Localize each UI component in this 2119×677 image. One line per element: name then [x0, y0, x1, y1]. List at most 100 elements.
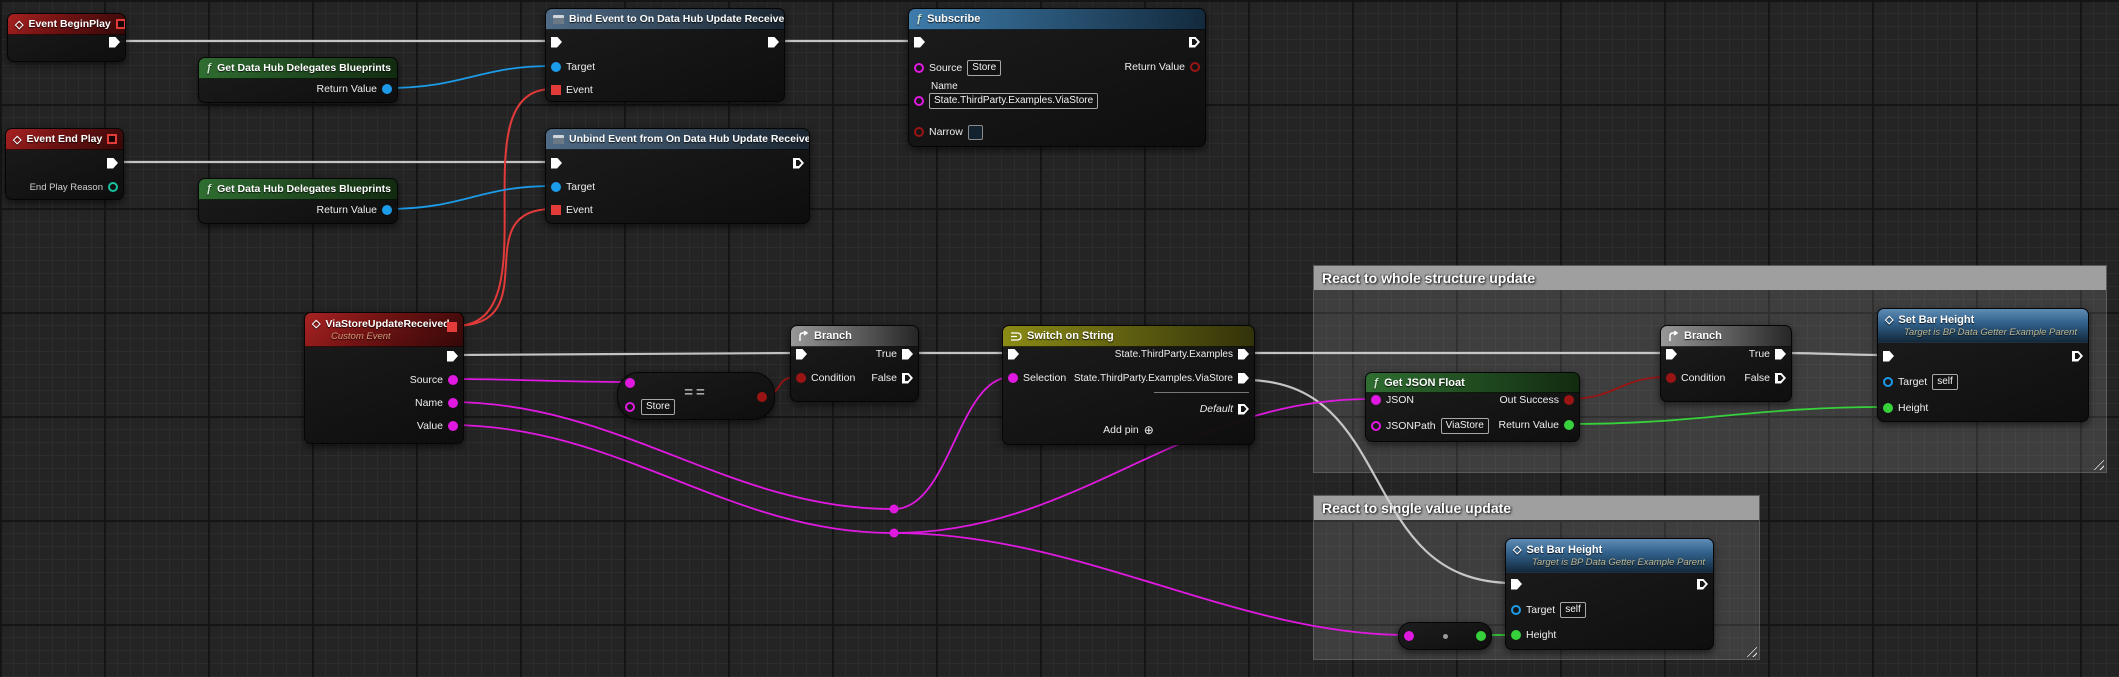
unbind-icon: [553, 135, 564, 144]
height-pin[interactable]: [1883, 403, 1893, 413]
comment-title-bar[interactable]: React to whole structure update: [1314, 266, 2106, 290]
json-path-field[interactable]: ViaStore: [1441, 418, 1489, 434]
pin-label: Out Success: [1499, 394, 1559, 406]
comment-title-bar[interactable]: React to single value update: [1314, 496, 1759, 520]
false-exec-pin[interactable]: [902, 373, 913, 384]
default-exec-pin[interactable]: [1238, 404, 1249, 415]
exec-out-pin[interactable]: [768, 37, 779, 48]
exec-in-pin[interactable]: [1511, 579, 1522, 590]
node-switch-on-string[interactable]: Switch on String Selection State.ThirdPa…: [1002, 325, 1255, 445]
pin-label: Default: [1200, 403, 1233, 415]
target-field[interactable]: self: [1932, 374, 1958, 390]
node-via-store-update-received[interactable]: ◇ ViaStoreUpdateReceived Custom Event So…: [304, 312, 464, 444]
pin-label: True: [876, 348, 897, 360]
exec-in-pin[interactable]: [1883, 351, 1894, 362]
exec-in-pin[interactable]: [914, 37, 925, 48]
node-title: Event End Play: [26, 133, 102, 145]
event-delegate-pin[interactable]: [551, 85, 561, 95]
delegate-pin[interactable]: [107, 134, 117, 144]
target-pin[interactable]: [1883, 377, 1893, 387]
node-set-bar-height-2[interactable]: ◇ Set Bar Height Target is BP Data Gette…: [1505, 538, 1714, 650]
node-equals[interactable]: Store ==: [617, 372, 775, 420]
node-unbind-event[interactable]: Unbind Event from On Data Hub Update Rec…: [545, 128, 810, 224]
source-pin[interactable]: [448, 375, 458, 385]
pin-label: JSON: [1386, 394, 1414, 406]
name-pin[interactable]: [914, 96, 924, 106]
return-value-pin[interactable]: [1190, 62, 1200, 72]
reroute-node-name[interactable]: [890, 505, 899, 514]
reroute-node-value[interactable]: [890, 529, 899, 538]
pin-divider: [1154, 392, 1249, 393]
wire-delegate-to-bind-event: [455, 89, 552, 326]
case-viastore-exec-pin[interactable]: [1238, 373, 1249, 384]
node-string-to-float-conversion[interactable]: [1398, 622, 1492, 650]
exec-out-pin[interactable]: [447, 351, 458, 362]
target-pin[interactable]: [1511, 605, 1521, 615]
comment-resize-handle[interactable]: [1744, 644, 1757, 657]
convert-input-pin[interactable]: [1404, 631, 1414, 641]
target-pin[interactable]: [551, 182, 561, 192]
node-subtitle: Target is BP Data Getter Example Parent: [1885, 326, 2077, 339]
source-field[interactable]: Store: [967, 60, 1001, 76]
exec-in-pin[interactable]: [551, 37, 562, 48]
out-success-pin[interactable]: [1564, 395, 1574, 405]
exec-in-pin[interactable]: [796, 349, 807, 360]
narrow-checkbox[interactable]: [968, 125, 983, 140]
false-exec-pin[interactable]: [1775, 373, 1786, 384]
exec-out-pin[interactable]: [109, 37, 120, 48]
true-exec-pin[interactable]: [1775, 349, 1786, 360]
delegate-pin[interactable]: [116, 19, 125, 29]
condition-pin[interactable]: [796, 373, 806, 383]
node-event-begin-play[interactable]: ◇ Event BeginPlay: [7, 13, 126, 62]
return-value-pin[interactable]: [382, 84, 392, 94]
event-delegate-pin[interactable]: [551, 205, 561, 215]
bind-icon: [553, 15, 564, 24]
exec-out-pin[interactable]: [1189, 37, 1200, 48]
json-pin[interactable]: [1371, 395, 1381, 405]
narrow-pin[interactable]: [914, 127, 924, 137]
name-field[interactable]: State.ThirdParty.Examples.ViaStore: [929, 93, 1098, 109]
exec-out-pin[interactable]: [793, 158, 804, 169]
target-pin[interactable]: [551, 62, 561, 72]
equals-result-pin[interactable]: [757, 392, 767, 402]
json-path-pin[interactable]: [1371, 421, 1381, 431]
case-examples-exec-pin[interactable]: [1238, 349, 1249, 360]
node-event-end-play[interactable]: ◇ Event End Play End Play Reason: [5, 128, 124, 200]
node-branch-2[interactable]: Branch Condition True False: [1660, 325, 1792, 402]
exec-in-pin[interactable]: [1008, 349, 1019, 360]
node-bind-event[interactable]: Bind Event to On Data Hub Update Receive…: [545, 8, 785, 102]
node-title: Get Data Hub Delegates Blueprints: [217, 62, 391, 74]
delegate-pin[interactable]: [447, 322, 457, 332]
selection-pin[interactable]: [1008, 373, 1018, 383]
comment-resize-handle[interactable]: [2091, 457, 2104, 470]
exec-out-pin[interactable]: [2072, 351, 2083, 362]
node-set-bar-height-1[interactable]: ◇ Set Bar Height Target is BP Data Gette…: [1877, 308, 2089, 422]
node-branch-1[interactable]: Branch Condition True False: [790, 325, 919, 402]
source-pin[interactable]: [914, 63, 924, 73]
blueprint-graph[interactable]: React to whole structure update React to…: [0, 0, 2119, 677]
exec-in-pin[interactable]: [551, 158, 562, 169]
exec-out-pin[interactable]: [107, 158, 118, 169]
return-value-pin[interactable]: [1564, 420, 1574, 430]
name-pin[interactable]: [448, 398, 458, 408]
exec-in-pin[interactable]: [1666, 349, 1677, 360]
condition-pin[interactable]: [1666, 373, 1676, 383]
value-pin[interactable]: [448, 421, 458, 431]
pin-label: Event: [566, 84, 593, 96]
end-play-reason-pin[interactable]: [108, 182, 118, 192]
convert-output-pin[interactable]: [1476, 631, 1486, 641]
equals-b-field[interactable]: Store: [641, 399, 675, 415]
node-title: Unbind Event from On Data Hub Update Rec…: [569, 133, 809, 145]
target-field[interactable]: self: [1560, 602, 1586, 618]
node-get-data-hub-delegates-1[interactable]: ƒ Get Data Hub Delegates Blueprints Retu…: [198, 57, 398, 103]
equals-input-b-pin[interactable]: [625, 402, 635, 412]
add-pin-button[interactable]: Add pin ⊕: [1003, 423, 1254, 437]
node-subscribe[interactable]: ƒ Subscribe Source Store Return Value Na…: [908, 8, 1206, 147]
pin-label: State.ThirdParty.Examples: [1115, 349, 1233, 360]
node-get-json-float[interactable]: ƒ Get JSON Float JSON Out Success JSONPa…: [1365, 372, 1580, 442]
return-value-pin[interactable]: [382, 205, 392, 215]
true-exec-pin[interactable]: [902, 349, 913, 360]
node-get-data-hub-delegates-2[interactable]: ƒ Get Data Hub Delegates Blueprints Retu…: [198, 178, 398, 224]
exec-out-pin[interactable]: [1697, 579, 1708, 590]
height-pin[interactable]: [1511, 630, 1521, 640]
